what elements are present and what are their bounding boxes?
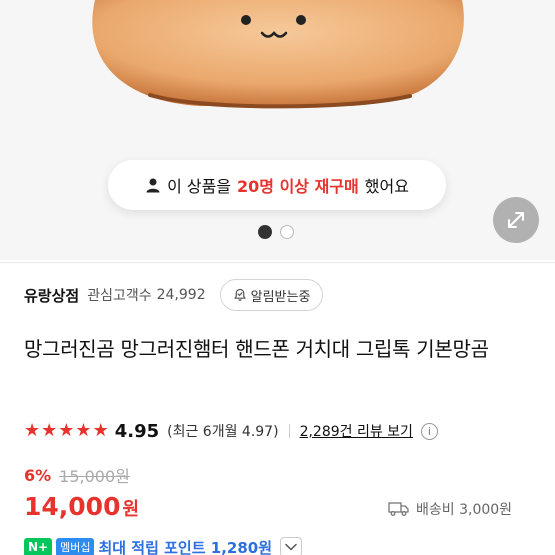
followers-label: 관심고객수 (87, 288, 152, 304)
notify-button[interactable]: 알림받는중 (219, 279, 324, 311)
bell-check-icon (234, 288, 246, 301)
truck-icon (388, 502, 409, 516)
original-price: 15,000원 (59, 467, 130, 486)
bear-eye-left (241, 15, 251, 25)
followers-count: 24,992 (156, 287, 206, 303)
rebuy-badge: 이 상품을 20명 이상 재구매 했어요 (108, 160, 446, 210)
shipping-info: 배송비 3,000원 (388, 497, 512, 521)
star-icon: ★ (41, 420, 58, 441)
product-image (92, 0, 464, 109)
carousel-dot-active[interactable] (258, 225, 272, 239)
membership-badge: 멤버십 (56, 537, 95, 555)
points-expand-button[interactable] (280, 537, 302, 555)
bear-eye-right (296, 15, 306, 25)
notify-label: 알림받는중 (250, 289, 311, 305)
star-icon: ★ (24, 420, 41, 441)
max-points-text: 최대 적립 포인트 1,280원 (98, 538, 272, 555)
store-row: 유랑상점 관심고객수 24,992 알림받는중 (24, 278, 324, 312)
product-image-carousel[interactable]: 이 상품을 20명 이상 재구매 했어요 (0, 0, 555, 260)
price-unit: 원 (122, 499, 140, 520)
product-title: 망그러진곰 망그러진햄터 핸드폰 거치대 그립톡 기본망곰 (24, 337, 489, 361)
store-name[interactable]: 유랑상점 (24, 285, 79, 306)
person-icon (146, 178, 160, 193)
rating-stars: ★ ★ ★ ★ ★ (24, 422, 109, 440)
carousel-dot[interactable] (280, 225, 294, 239)
rating-value: 4.95 (114, 420, 160, 442)
points-row: N+ 멤버십 최대 적립 포인트 1,280원 (24, 536, 302, 555)
expand-icon (508, 212, 524, 228)
review-link[interactable]: 2,289건 리뷰 보기 (300, 421, 413, 441)
discount-row: 6% 15,000원 (24, 464, 130, 487)
chevron-down-icon (285, 543, 297, 551)
rebuy-highlight: 20명 이상 재구매 (237, 177, 359, 196)
star-icon: ★ (92, 420, 109, 441)
price-row: 14,000 원 (24, 492, 139, 526)
info-icon[interactable]: i (420, 422, 438, 440)
shipping-label: 배송비 3,000원 (416, 502, 513, 518)
carousel-indicator (258, 225, 294, 239)
star-icon: ★ (58, 420, 75, 441)
rating-divider (288, 424, 290, 438)
star-icon: ★ (75, 420, 92, 441)
section-divider (0, 262, 555, 263)
rebuy-prefix: 이 상품을 (167, 177, 232, 196)
expand-image-button[interactable] (493, 197, 539, 243)
rating-recent: (최근 6개월 4.97) (167, 424, 279, 440)
current-price: 14,000 (24, 492, 121, 521)
rating-row: ★ ★ ★ ★ ★ 4.95 (최근 6개월 4.97) 2,289건 리뷰 보기 i (24, 418, 438, 444)
npay-plus-badge: N+ (24, 537, 53, 555)
discount-rate: 6% (24, 465, 52, 485)
rebuy-suffix: 했어요 (364, 177, 409, 196)
